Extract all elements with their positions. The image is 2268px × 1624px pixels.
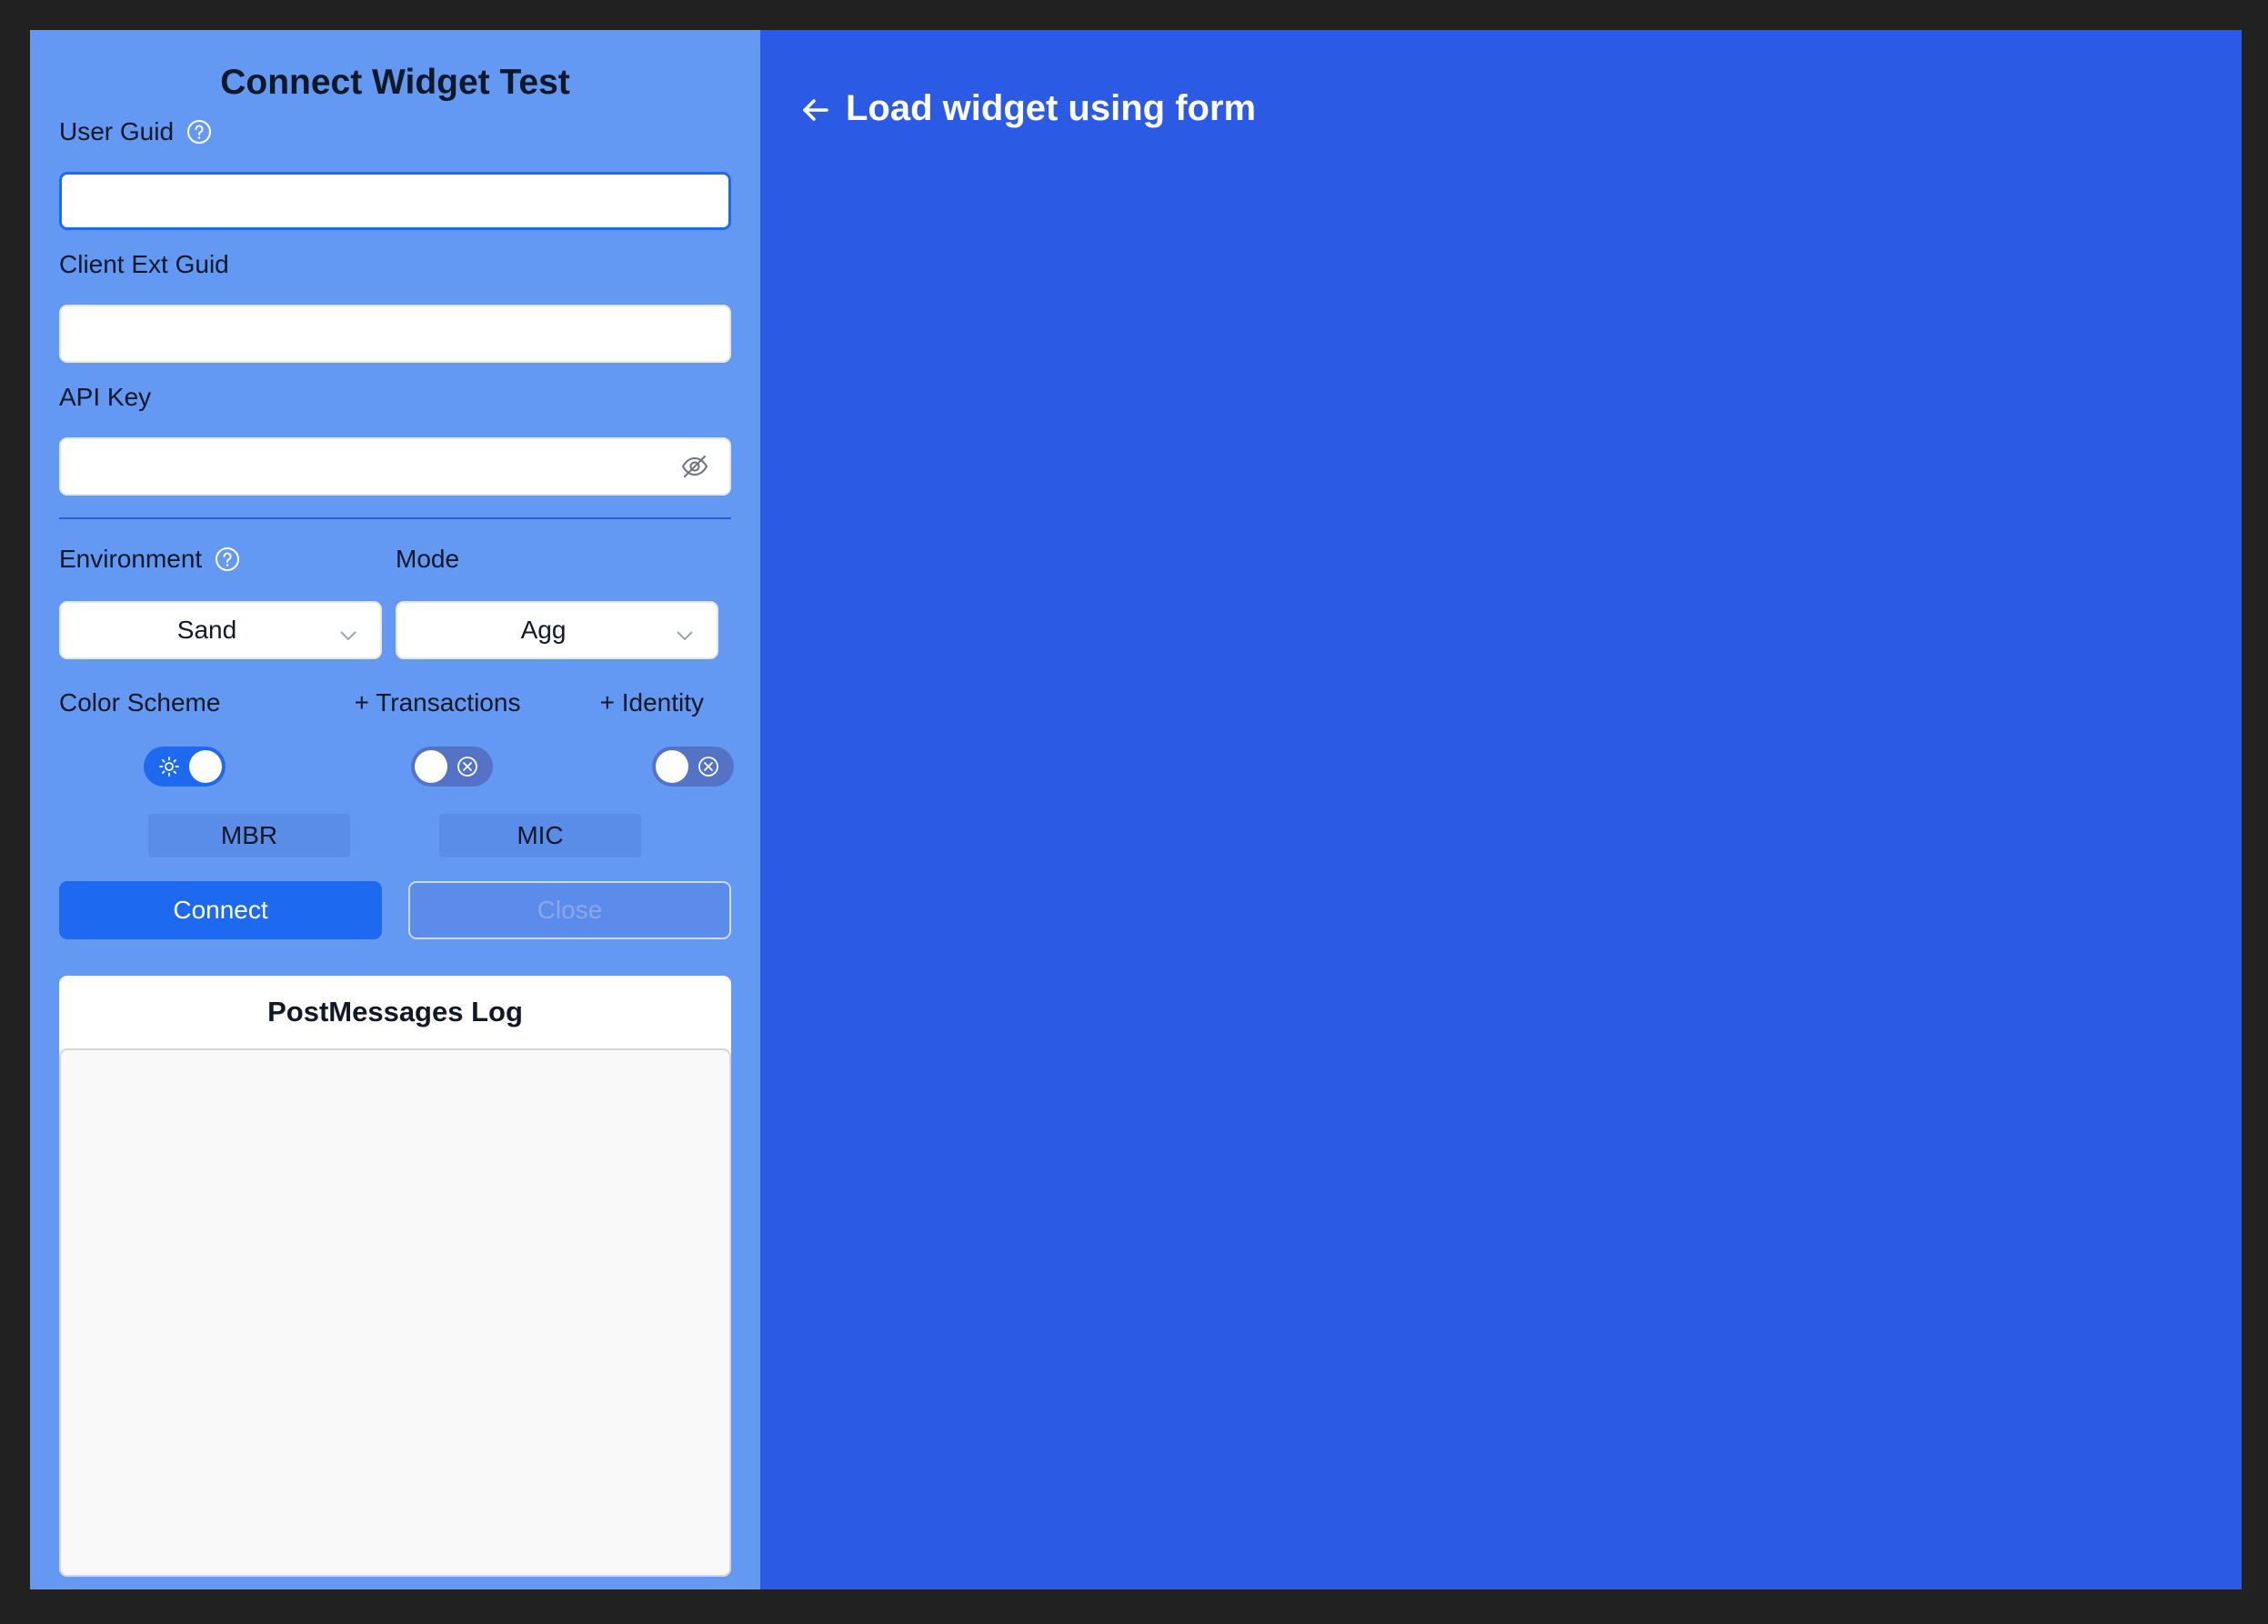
tab-mbr[interactable]: MBR [148,814,350,857]
environment-group: Environment Sand [59,519,382,659]
widget-content-panel: Load widget using form [760,30,2242,1589]
action-buttons: Connect Close [59,881,731,939]
chevron-down-icon [338,623,358,643]
identity-label: + Identity [599,688,704,717]
transactions-toggle[interactable] [411,747,493,787]
app-window: Connect Widget Test User Guid Client Ext… [30,30,2242,1589]
client-ext-guid-field-wrap [59,305,731,363]
product-tabs: MBR MIC [59,814,731,859]
eye-slash-icon[interactable] [680,452,709,481]
x-circle-icon [697,756,719,777]
page-title: Connect Widget Test [220,63,570,102]
mode-group: Mode Agg [396,519,718,659]
load-widget-back-link[interactable]: Load widget using form [800,88,1256,129]
connect-button[interactable]: Connect [59,881,382,939]
environment-label: Environment [59,545,203,573]
environment-label-row: Environment [59,537,382,581]
mode-selected-value: Agg [520,616,567,644]
client-ext-guid-input[interactable] [59,305,731,363]
log-title: PostMessages Log [267,996,523,1028]
question-circle-icon[interactable] [186,119,212,145]
api-key-field-wrap [59,437,731,496]
user-guid-label-row: User Guid [59,110,731,154]
client-ext-guid-label-row: Client Ext Guid [59,243,731,286]
postmessages-log: PostMessages Log [59,976,731,1577]
transactions-label: + Transactions [354,688,521,717]
toggle-labels-row: Color Scheme + Transactions + Identity [59,676,731,730]
x-circle-icon [457,756,478,777]
mode-select[interactable]: Agg [396,601,718,659]
back-link-label: Load widget using form [846,88,1257,128]
api-key-label: API Key [59,383,152,411]
user-guid-label: User Guid [59,117,175,145]
mode-label-row: Mode [396,537,718,581]
mode-label: Mode [396,545,460,573]
toggle-knob [656,750,688,783]
color-scheme-label: Color Scheme [59,688,221,717]
environment-mode-row: Environment Sand Mode Agg [59,519,731,659]
client-ext-guid-label: Client Ext Guid [59,250,229,278]
user-guid-input[interactable] [59,172,731,230]
form-panel: Connect Widget Test User Guid Client Ext… [30,30,760,1589]
environment-selected-value: Sand [176,616,237,644]
identity-toggle[interactable] [652,747,734,787]
api-key-label-row: API Key [59,376,731,419]
arrow-left-icon [800,94,831,125]
user-guid-field-wrap [59,172,731,230]
toggle-switches-row [59,737,734,796]
close-button[interactable]: Close [408,881,731,939]
toggle-knob [189,750,222,783]
chevron-down-icon [675,623,695,643]
api-key-input[interactable] [59,437,731,496]
color-scheme-toggle[interactable] [144,747,226,787]
question-circle-icon[interactable] [215,546,240,572]
environment-select[interactable]: Sand [59,601,382,659]
sun-icon [158,756,180,777]
tab-mic[interactable]: MIC [439,814,641,857]
toggle-knob [415,750,447,783]
log-body[interactable] [59,1048,731,1577]
